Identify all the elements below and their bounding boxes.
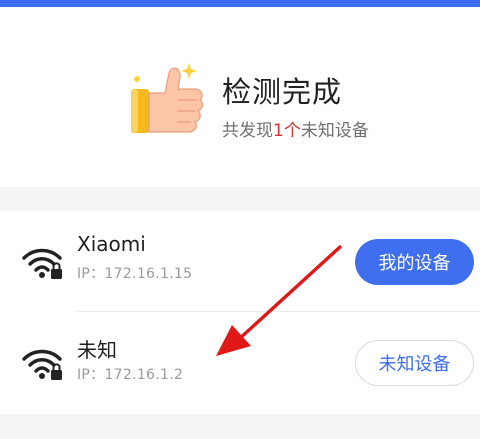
thumbs-up-icon	[131, 63, 204, 133]
scan-complete-title: 检测完成	[222, 75, 343, 109]
summary-suffix: 未知设备	[300, 121, 369, 141]
unknown-count: 1个	[273, 121, 301, 141]
device-name: 未知	[77, 338, 117, 362]
summary-prefix: 共发现	[222, 121, 273, 141]
device-name: Xiaomi	[77, 232, 146, 256]
wifi-locked-icon	[22, 349, 62, 380]
top-accent-bar	[0, 0, 480, 7]
wifi-locked-icon	[22, 248, 62, 279]
device-ip: IP：172.16.1.15	[77, 266, 193, 282]
scan-result-panel: 检测完成 共发现1个未知设备	[0, 7, 480, 187]
scan-summary: 共发现1个未知设备	[222, 116, 369, 141]
row-divider	[76, 311, 480, 312]
my-device-button[interactable]: 我的设备	[355, 239, 474, 285]
device-ip: IP：172.16.1.2	[77, 367, 184, 383]
unknown-device-button[interactable]: 未知设备	[355, 340, 474, 386]
